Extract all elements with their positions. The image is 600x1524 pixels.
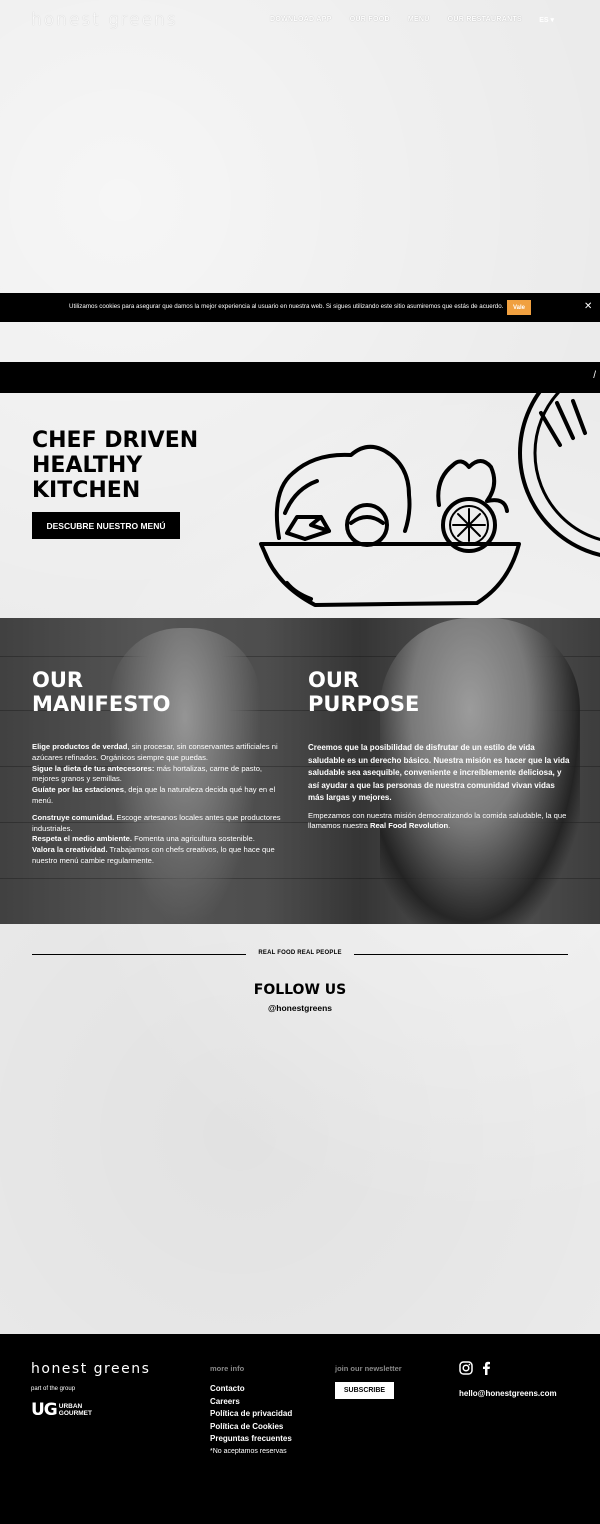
urban-gourmet-logo[interactable]: UG URBAN GOURMET (31, 1400, 92, 1420)
nav-our-food[interactable]: OUR FOOD (350, 16, 390, 23)
footer-link-careers[interactable]: Careers (210, 1396, 292, 1409)
footer-logo[interactable]: honest greens (31, 1361, 150, 1377)
divider-right (354, 954, 568, 955)
purpose-statement: Creemos que la posibilidad de disfrutar … (308, 743, 570, 802)
cookie-text: Utilizamos cookies para asegurar que dam… (69, 303, 504, 310)
ug-words: URBAN GOURMET (58, 1403, 92, 1417)
salad-bowl-illustration (259, 393, 600, 607)
contact-email[interactable]: hello@honestgreens.com (459, 1389, 557, 1398)
discover-menu-button[interactable]: DESCUBRE NUESTRO MENÚ (32, 512, 180, 539)
logo[interactable]: honest greens (31, 10, 178, 30)
instagram-icon[interactable] (459, 1361, 473, 1375)
group-label: part of the group (31, 1386, 76, 1392)
language-selector[interactable]: ES ▾ (539, 16, 554, 24)
footer-links: Contacto Careers Política de privacidad … (210, 1383, 292, 1459)
nav-menu[interactable]: MENU (408, 16, 430, 23)
close-icon[interactable]: ✕ (584, 302, 592, 312)
newsletter-heading: join our newsletter (335, 1364, 402, 1373)
facebook-icon[interactable] (481, 1361, 491, 1375)
ug-mark: UG (31, 1400, 58, 1420)
cookie-accept-button[interactable]: Vale (507, 300, 531, 315)
footer-link-faq[interactable]: Preguntas frecuentes (210, 1433, 292, 1446)
manifesto-item-bold: Construye comunidad. (32, 812, 115, 822)
real-food-revolution: Real Food Revolution (370, 821, 449, 831)
follow-us-title: FOLLOW US (253, 982, 347, 998)
subscribe-button[interactable]: SUBSCRIBE (335, 1382, 394, 1399)
manifesto-item-bold: Valora la creatividad. (32, 845, 108, 855)
manifesto-paragraph-1: Elige productos de verdad, sin procesar,… (32, 742, 290, 807)
manifesto-item-bold: Guíate por las estaciones (32, 785, 125, 795)
manifesto-item-bold: Sigue la dieta de tus antecesores: (32, 763, 155, 773)
purpose-title: OUR PURPOSE (308, 668, 420, 716)
hero-band (0, 362, 600, 393)
social-links (459, 1361, 491, 1375)
purpose-paragraph: Empezamos con nuestra misión democratiza… (308, 811, 570, 833)
manifesto-item-text: Fomenta una agricultura sostenible. (132, 834, 255, 844)
more-info-heading: more info (210, 1364, 245, 1373)
manifesto-paragraph-2: Construye comunidad. Escoge artesanos lo… (32, 813, 290, 867)
manifesto-item-bold: Elige productos de verdad (32, 742, 128, 751)
hero-title: CHEF DRIVEN HEALTHY KITCHEN (32, 428, 199, 503)
slider-arrow-icon[interactable]: / (593, 370, 596, 381)
nav-our-restaurants[interactable]: OUR RESTAURANTS (448, 16, 522, 23)
no-reservations-note: *No aceptamos reservas (210, 1447, 287, 1455)
manifesto-title: OUR MANIFESTO (32, 668, 171, 716)
purpose-text: Creemos que la posibilidad de disfrutar … (308, 742, 570, 838)
manifesto-text: Elige productos de verdad, sin procesar,… (32, 742, 290, 873)
manifesto-item-bold: Respeta el medio ambiente. (32, 834, 133, 844)
divider-left (32, 954, 246, 955)
footer-link-cookies[interactable]: Política de Cookies (210, 1421, 292, 1434)
main-nav: DOWNLOAD APP OUR FOOD MENU OUR RESTAURAN… (270, 16, 522, 23)
footer-link-privacy[interactable]: Política de privacidad (210, 1408, 292, 1421)
footer-link-contact[interactable]: Contacto (210, 1383, 292, 1396)
nav-download-app[interactable]: DOWNLOAD APP (270, 16, 332, 23)
site-footer: honest greens part of the group UG URBAN… (0, 1334, 600, 1524)
purpose-end: . (448, 821, 451, 831)
instagram-handle[interactable]: @honestgreens (0, 1003, 600, 1013)
site-header: honest greens DOWNLOAD APP OUR FOOD MENU… (0, 0, 600, 40)
divider-label: REAL FOOD REAL PEOPLE (258, 950, 342, 956)
